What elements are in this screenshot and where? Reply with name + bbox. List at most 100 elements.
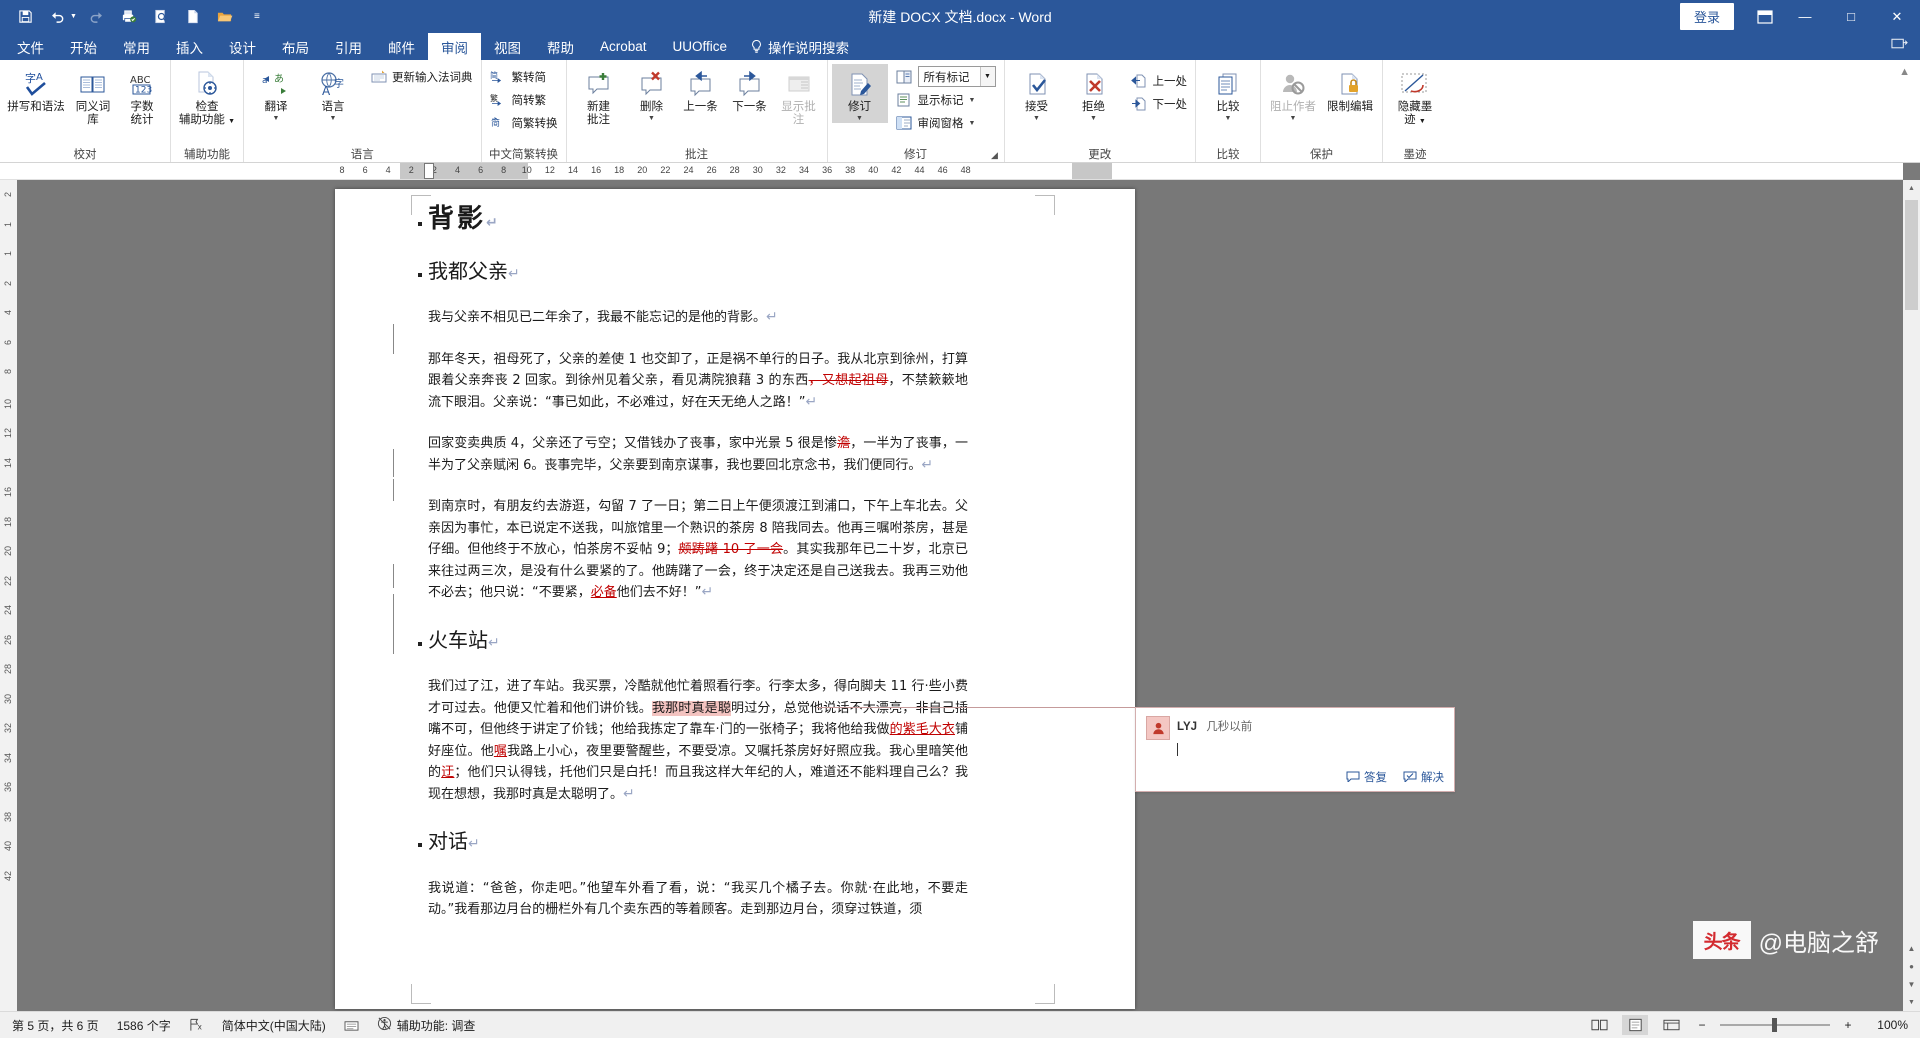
tab-review[interactable]: 审阅: [428, 33, 481, 60]
track-changes-dropdown-icon[interactable]: ▼: [856, 115, 863, 123]
web-layout-icon[interactable]: [1658, 1015, 1684, 1035]
print-layout-icon[interactable]: [1622, 1015, 1648, 1035]
compare-documents-label: 比较: [1216, 101, 1240, 113]
previous-comment-button[interactable]: 上一条: [677, 64, 725, 114]
previous-change-button[interactable]: 上一处: [1127, 70, 1192, 91]
delete-comment-dropdown-icon[interactable]: ▼: [648, 115, 655, 123]
next-comment-button[interactable]: 下一条: [726, 64, 774, 114]
translate-button[interactable]: aあ 翻译 ▼: [248, 64, 304, 123]
customize-qat-icon[interactable]: ≡: [242, 4, 272, 30]
save-icon[interactable]: [10, 4, 40, 30]
tab-file[interactable]: 文件: [4, 33, 57, 60]
tab-home[interactable]: 开始: [57, 33, 110, 60]
accessibility-indicator[interactable]: 辅助功能: 调查: [377, 1016, 475, 1034]
markup-view-dropdown[interactable]: 所有标记 ▼: [917, 66, 996, 87]
document-body[interactable]: 背影↵ 我都父亲↵ 我与父亲不相见已二年余了，我最不能忘记的是他的背影。↵ 那年…: [418, 206, 968, 941]
tab-help[interactable]: 帮助: [534, 33, 587, 60]
tab-insert[interactable]: 插入: [163, 33, 216, 60]
reviewing-pane-dropdown-icon[interactable]: ▼: [969, 120, 976, 128]
tab-view[interactable]: 视图: [481, 33, 534, 60]
comment-card[interactable]: LYJ 几秒以前 答复 解决: [1135, 707, 1455, 792]
language-button[interactable]: A字 语言 ▼: [305, 64, 361, 123]
vertical-ruler[interactable]: 2 1 1 2 4 6 8 10 12 14 16 18 20 22 24 26 28 30 32 34 36 38 40 4…: [0, 180, 17, 1011]
display-for-review-select[interactable]: 所有标记 ▼: [892, 66, 1000, 87]
spelling-grammar-button[interactable]: 字A 拼写和语法: [4, 64, 68, 114]
language-indicator[interactable]: 简体中文(中国大陆): [222, 1017, 326, 1034]
read-mode-icon[interactable]: [1586, 1015, 1612, 1035]
open-folder-icon[interactable]: [210, 4, 240, 30]
tab-mailings[interactable]: 邮件: [375, 33, 428, 60]
document-page[interactable]: 背影↵ 我都父亲↵ 我与父亲不相见已二年余了，我最不能忘记的是他的背影。↵ 那年…: [335, 189, 1135, 1009]
tab-uuoffice[interactable]: UUOffice: [660, 33, 741, 60]
collapse-ribbon-icon[interactable]: ▲: [1899, 66, 1910, 78]
translate-dropdown-icon[interactable]: ▼: [273, 115, 280, 123]
horizontal-ruler[interactable]: 8 6 4 2 2 4 6 8 10 12 14 16 18 20 22 24 26 28 30 32 34 36 38 40…: [0, 163, 1903, 180]
status-bar: 第 5 页，共 6 页 1586 个字 x 简体中文(中国大陆) 辅助功能: 调…: [0, 1011, 1920, 1038]
share-icon[interactable]: [1891, 37, 1908, 56]
group-label-ink: 墨迹: [1403, 148, 1427, 161]
indent-marker[interactable]: [424, 163, 434, 179]
tab-common[interactable]: 常用: [110, 33, 163, 60]
reject-change-button[interactable]: 拒绝 ▼: [1066, 64, 1122, 123]
reject-change-dropdown-icon[interactable]: ▼: [1090, 115, 1097, 123]
ribbon-display-options-icon[interactable]: [1748, 0, 1782, 33]
delete-comment-button[interactable]: 删除 ▼: [628, 64, 676, 123]
scrollbar-thumb[interactable]: [1905, 200, 1918, 310]
next-change-button[interactable]: 下一处: [1127, 93, 1192, 114]
sign-in-button[interactable]: 登录: [1679, 3, 1734, 30]
compare-documents-button[interactable]: 比较 ▼: [1200, 64, 1256, 123]
simplified-to-traditional-button[interactable]: 繁 简转繁: [486, 89, 562, 110]
maximize-button[interactable]: □: [1828, 0, 1874, 33]
simp-trad-convert-button[interactable]: 简 简繁转换: [486, 112, 562, 133]
document-canvas[interactable]: 背影↵ 我都父亲↵ 我与父亲不相见已二年余了，我最不能忘记的是他的背影。↵ 那年…: [17, 180, 1903, 1011]
quick-print-icon[interactable]: [114, 4, 144, 30]
update-ime-dictionary-button[interactable]: 更新输入法词典: [366, 66, 477, 87]
zoom-in-button[interactable]: +: [1840, 1018, 1856, 1032]
track-changes-button[interactable]: 修订 ▼: [831, 64, 888, 124]
next-page-button[interactable]: ▼: [1903, 976, 1920, 993]
tab-acrobat[interactable]: Acrobat: [587, 33, 660, 60]
zoom-level[interactable]: 100%: [1866, 1018, 1908, 1032]
comment-resolve-button[interactable]: 解决: [1403, 769, 1444, 785]
tab-layout[interactable]: 布局: [269, 33, 322, 60]
redo-icon[interactable]: [82, 4, 112, 30]
zoom-slider[interactable]: [1720, 1017, 1830, 1033]
undo-icon[interactable]: [42, 4, 72, 30]
new-doc-icon[interactable]: [178, 4, 208, 30]
show-markup-dropdown-icon[interactable]: ▼: [969, 97, 976, 105]
accept-change-button[interactable]: 接受 ▼: [1009, 64, 1065, 123]
language-dropdown-icon[interactable]: ▼: [330, 115, 337, 123]
thesaurus-button[interactable]: 同义词库: [69, 64, 117, 127]
comment-reply-button[interactable]: 答复: [1346, 769, 1387, 785]
tab-design[interactable]: 设计: [216, 33, 269, 60]
vertical-scrollbar[interactable]: ▲ ▲ ● ▼ ▼: [1903, 180, 1920, 1011]
word-count-button[interactable]: ABC 123 字数 统计: [118, 64, 166, 127]
tracking-dialog-launcher[interactable]: ◢: [989, 149, 1001, 161]
show-markup-button[interactable]: 显示标记 ▼: [892, 89, 1000, 110]
print-preview-icon[interactable]: [146, 4, 176, 30]
scroll-up-icon[interactable]: ▲: [1903, 180, 1920, 197]
ime-icon[interactable]: [344, 1019, 359, 1032]
zoom-out-button[interactable]: −: [1694, 1018, 1710, 1032]
traditional-to-simplified-button[interactable]: 简 繁转简: [486, 66, 562, 87]
undo-dropdown-icon[interactable]: ▼: [70, 13, 80, 20]
reviewing-pane-button[interactable]: 审阅窗格 ▼: [892, 112, 1000, 133]
minimize-button[interactable]: —: [1782, 0, 1828, 33]
proofing-errors-icon[interactable]: x: [189, 1018, 204, 1032]
previous-page-button[interactable]: ▲: [1903, 940, 1920, 957]
close-button[interactable]: ✕: [1874, 0, 1920, 33]
tell-me-search[interactable]: 操作说明搜索: [740, 33, 859, 60]
scroll-down-icon[interactable]: ▼: [1903, 994, 1920, 1011]
check-accessibility-button[interactable]: 检查 辅助功能 ▼: [175, 64, 239, 127]
select-browse-object-button[interactable]: ●: [1903, 958, 1920, 975]
comment-body[interactable]: [1146, 740, 1444, 765]
markup-view-arrow-icon[interactable]: ▼: [979, 67, 995, 86]
new-comment-button[interactable]: 新建 批注: [571, 64, 627, 127]
tab-references[interactable]: 引用: [322, 33, 375, 60]
word-count-indicator[interactable]: 1586 个字: [117, 1017, 171, 1034]
accept-change-dropdown-icon[interactable]: ▼: [1033, 115, 1040, 123]
hide-ink-button[interactable]: 隐藏墨 迹 ▼: [1387, 64, 1443, 127]
restrict-editing-button[interactable]: 限制编辑: [1322, 64, 1378, 114]
compare-documents-dropdown-icon[interactable]: ▼: [1225, 115, 1232, 123]
page-indicator[interactable]: 第 5 页，共 6 页: [12, 1017, 99, 1034]
